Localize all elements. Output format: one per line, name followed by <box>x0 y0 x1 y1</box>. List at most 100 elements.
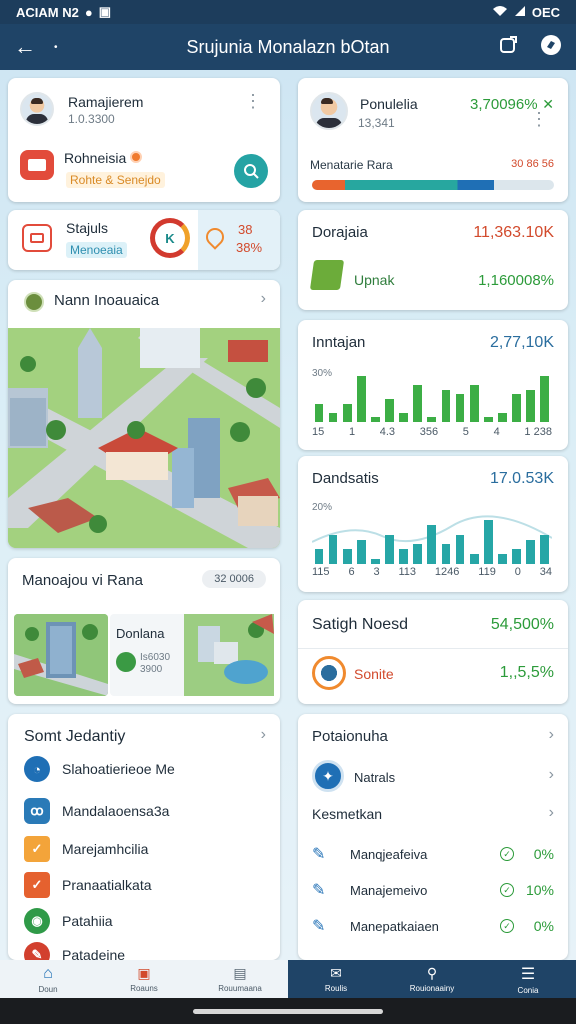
management-icon: ▤ <box>233 965 247 981</box>
chart-card-icon <box>309 260 345 290</box>
task-row-3[interactable]: ✎ Manepatkaiaen ✓ 0% <box>312 916 554 936</box>
security-item-5-label: Patahiia <box>62 913 113 929</box>
city-map-illustration[interactable] <box>8 328 280 548</box>
progress-fill <box>312 180 494 190</box>
kesmetkan-chevron-icon[interactable]: › <box>549 804 554 822</box>
app-notification-icon: ▣ <box>98 4 111 19</box>
chart1-xaxis: 15 1 4.3 356 5 4 1 238 <box>312 426 552 438</box>
chart1-card[interactable]: Inntajan 2,77,10K 30% 15 1 4.3 356 5 4 1 238 <box>298 320 568 450</box>
satigh-card[interactable]: Satigh Noesd 54,500% Sonite 1,,5,5% <box>298 600 568 704</box>
progress-value: 30 86 56 <box>511 158 554 170</box>
share-icon[interactable] <box>498 35 518 60</box>
chart-bar <box>328 412 338 422</box>
nav-management-label: Rouumaana <box>218 984 262 993</box>
task-row-1[interactable]: ✎ Manqjeafeiva ✓ 0% <box>312 844 554 864</box>
security-item-6-label: Patadeine <box>62 947 126 960</box>
status-value: 38 <box>238 222 253 237</box>
task-row-2[interactable]: ✎ Manajemeivo ✓ 10% <box>312 880 554 900</box>
profile-card[interactable]: Ramajierem 1.0.3300 ⋮ Rohneisia Rohte & … <box>8 78 280 202</box>
menu-icon: ☰ <box>520 965 536 983</box>
check-circle-icon: ✓ <box>500 919 514 933</box>
tag-icon: ✎ <box>24 942 50 960</box>
status-label: Stajuls <box>66 220 109 236</box>
natrals-chevron-icon[interactable]: › <box>549 766 554 784</box>
facility-sub2: 3900 <box>140 664 163 675</box>
chart-bar <box>441 389 451 422</box>
security-card[interactable]: Somt Jedantiy › ◔ Slahoatierieoe Me ꝏ Ma… <box>8 714 280 960</box>
chart-bar <box>328 534 338 564</box>
small-dot-icon: • <box>54 41 58 53</box>
right-profile-card[interactable]: Ponulelia 13,341 3,70096% ✕ ⋮ Menatarie … <box>298 78 568 202</box>
nav-messages[interactable]: ✉ Roulis <box>288 960 384 998</box>
map-card[interactable]: Nann Inoauaica › <box>8 280 280 548</box>
chart-tick-label: 4 <box>493 426 500 438</box>
nav-search[interactable]: ⚲ Rouionaainy <box>384 960 480 998</box>
home-indicator[interactable] <box>193 1009 383 1014</box>
check-circle-icon: ✓ <box>500 847 514 861</box>
profile-name: Ramajierem <box>68 94 144 110</box>
chart-tick-label: 6 <box>348 566 355 578</box>
chart-bar <box>371 559 380 564</box>
chart-bar <box>512 549 521 564</box>
security-item-6[interactable]: ✎ Patadeine <box>24 942 125 960</box>
search-icon[interactable] <box>234 154 268 188</box>
nav-management[interactable]: ▤ Rouumaana <box>192 960 288 998</box>
chart2-card[interactable]: Dandsatis 17.0.53K 20% 115 6 3 113 1246 119 0 3… <box>298 456 568 592</box>
app-bar: ← • Srujunia Monalazn bOtan <box>0 24 576 70</box>
right-more-vert-icon[interactable]: ⋮ <box>530 110 548 128</box>
home-icon: ⌂ <box>43 964 53 982</box>
potaionuha-title: Potaionuha <box>312 728 388 745</box>
user-avatar <box>20 92 54 126</box>
chart-bar <box>427 524 437 564</box>
security-item-1[interactable]: ◔ Slahoatierieoe Me <box>24 756 175 782</box>
back-arrow-icon[interactable]: ← <box>14 34 36 60</box>
upnak-label: Upnak <box>354 272 395 288</box>
chart-tick-label: 5 <box>462 426 469 438</box>
notif-tag: Rohte & Senejdo <box>66 172 165 188</box>
security-item-4[interactable]: ✓ Pranaatialkata <box>24 872 152 898</box>
security-item-4-label: Pranaatialkata <box>62 877 152 893</box>
potaionuha-chevron-icon[interactable]: › <box>549 726 554 744</box>
facility-illustration <box>184 614 274 696</box>
chart-bar <box>498 554 507 564</box>
security-item-2[interactable]: ꝏ Mandalaoensa3a <box>24 798 169 824</box>
manage-card[interactable]: Manoajou vi Rana 32 0006 Donlana Is6030 … <box>8 558 280 704</box>
progress-ring-icon: K <box>150 218 190 258</box>
task-check-icon: ✓ <box>24 872 50 898</box>
potaionuha-card[interactable]: Potaionuha › ✦ Natrals › Kesmetkan › ✎ M… <box>298 714 568 960</box>
chart1-plot <box>312 368 552 422</box>
sonite-label: Sonite <box>354 666 394 682</box>
map-chevron-icon[interactable]: › <box>261 290 266 308</box>
nav-menu[interactable]: ☰ Conia <box>480 960 576 998</box>
right-user-avatar <box>310 92 348 130</box>
task-row-2-pct: 10% <box>525 882 554 898</box>
kesmetkan-label[interactable]: Kesmetkan <box>312 806 382 822</box>
nav-menu-label: Conia <box>517 985 539 995</box>
chart-tick-label: 0 <box>514 566 521 578</box>
right-profile-value: 3,70096% <box>470 96 538 113</box>
chart-bar <box>469 554 479 564</box>
search-nav-icon: ⚲ <box>426 965 438 981</box>
settings-icon[interactable] <box>540 34 562 61</box>
natrals-label[interactable]: Natrals <box>354 770 395 785</box>
edit-icon: ✎ <box>312 846 326 863</box>
signal-icon <box>514 5 526 20</box>
status-card[interactable]: Stajuls Menoeaia K 38 38% <box>8 210 280 270</box>
map-pin-icon <box>24 292 44 312</box>
security-title: Somt Jedantiy <box>24 728 126 745</box>
nav-reports[interactable]: ▣ Roauns <box>96 960 192 998</box>
security-item-5[interactable]: ◉ Patahiia <box>24 908 113 934</box>
chart-bar <box>427 417 437 422</box>
dorajaia-card[interactable]: Dorajaia 11,363.10K Upnak 1,160008% <box>298 210 568 310</box>
chart-tick-label: 34 <box>539 566 552 578</box>
building-illustration <box>14 614 108 696</box>
notification-app-icon <box>20 150 54 180</box>
security-chevron-icon[interactable]: › <box>261 726 266 744</box>
group-icon: ꝏ <box>24 798 50 824</box>
chart-tick-label: 1 238 <box>524 426 552 438</box>
more-vert-icon[interactable]: ⋮ <box>244 92 262 110</box>
security-item-3[interactable]: ✓ Marejamhcilia <box>24 836 148 862</box>
chart-bar <box>483 520 493 564</box>
chart-bar <box>371 417 380 422</box>
nav-home[interactable]: ⌂ Doun <box>0 960 96 998</box>
